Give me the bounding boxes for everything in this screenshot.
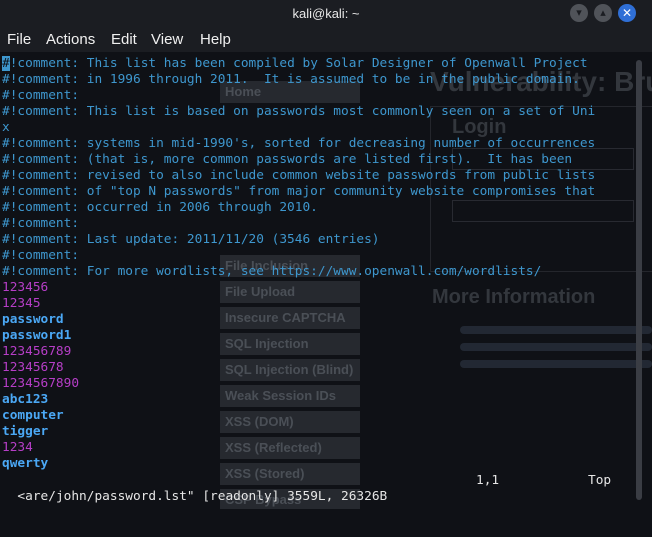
terminal-line: 123456	[2, 280, 49, 295]
terminal-scrollbar[interactable]	[633, 56, 645, 508]
window-title: kali@kali: ~	[292, 6, 360, 21]
terminal-line: #!comment: Last update: 2011/11/20 (3546…	[2, 232, 380, 247]
terminal-line: abc123	[2, 392, 49, 407]
terminal-line: #!comment: systems in mid-1990's, sorted…	[2, 136, 596, 151]
close-button[interactable]: ✕	[618, 4, 636, 22]
text-cursor: #	[2, 56, 10, 71]
terminal-line: #!comment: in 1996 through 2011. It is a…	[2, 72, 580, 87]
terminal-line: #!comment: This list has been compiled b…	[2, 56, 622, 72]
terminal-line: #!comment:	[2, 248, 80, 263]
terminal-line: #!comment: of "top N passwords" from maj…	[2, 184, 596, 199]
terminal-line: password1	[2, 328, 72, 343]
menu-edit[interactable]: Edit	[111, 30, 137, 50]
terminal-buffer[interactable]: #!comment: This list has been compiled b…	[2, 56, 622, 472]
terminal-line: password	[2, 312, 64, 327]
menu-bar: File Actions Edit View Help	[0, 28, 652, 52]
status-cursor-position: 1,1	[476, 473, 500, 488]
terminal-line: computer	[2, 408, 64, 423]
terminal-line: #!comment:	[2, 88, 80, 103]
minimize-button[interactable]: ▾	[570, 4, 588, 22]
terminal-line: 12345	[2, 296, 41, 311]
terminal-line: 123456789	[2, 344, 72, 359]
terminal-line: #!comment: This list is based on passwor…	[2, 104, 596, 119]
terminal-line-text: !comment: This list has been compiled by…	[9, 56, 588, 71]
minimize-icon: ▾	[576, 6, 582, 19]
terminal-line: #!comment: For more wordlists, see https…	[2, 264, 542, 279]
terminal-line: 1234	[2, 440, 33, 455]
terminal-line: qwerty	[2, 456, 49, 471]
terminal-line: tigger	[2, 424, 49, 439]
terminal-line: #!comment:	[2, 216, 80, 231]
menu-actions[interactable]: Actions	[46, 30, 95, 50]
terminal-line: x	[2, 120, 10, 135]
vim-status-line: <are/john/password.lst" [readonly] 3559L…	[2, 473, 622, 504]
status-scroll-position: Top	[588, 473, 612, 488]
scrollbar-thumb[interactable]	[636, 60, 642, 500]
terminal-line: #!comment: (that is, more common passwor…	[2, 152, 573, 167]
status-file-info: <are/john/password.lst" [readonly] 3559L…	[17, 489, 388, 504]
menu-view[interactable]: View	[151, 30, 183, 50]
menu-file[interactable]: File	[7, 30, 31, 50]
terminal-line: #!comment: occurred in 2006 through 2010…	[2, 200, 318, 215]
terminal-line: 12345678	[2, 360, 64, 375]
window-titlebar[interactable]: kali@kali: ~ ▾ ▴ ✕	[0, 0, 652, 28]
terminal-line: 1234567890	[2, 376, 80, 391]
terminal-line: #!comment: revised to also include commo…	[2, 168, 596, 183]
close-icon: ✕	[621, 6, 633, 20]
maximize-button[interactable]: ▴	[594, 4, 612, 22]
menu-help[interactable]: Help	[200, 30, 231, 50]
maximize-icon: ▴	[600, 6, 606, 19]
